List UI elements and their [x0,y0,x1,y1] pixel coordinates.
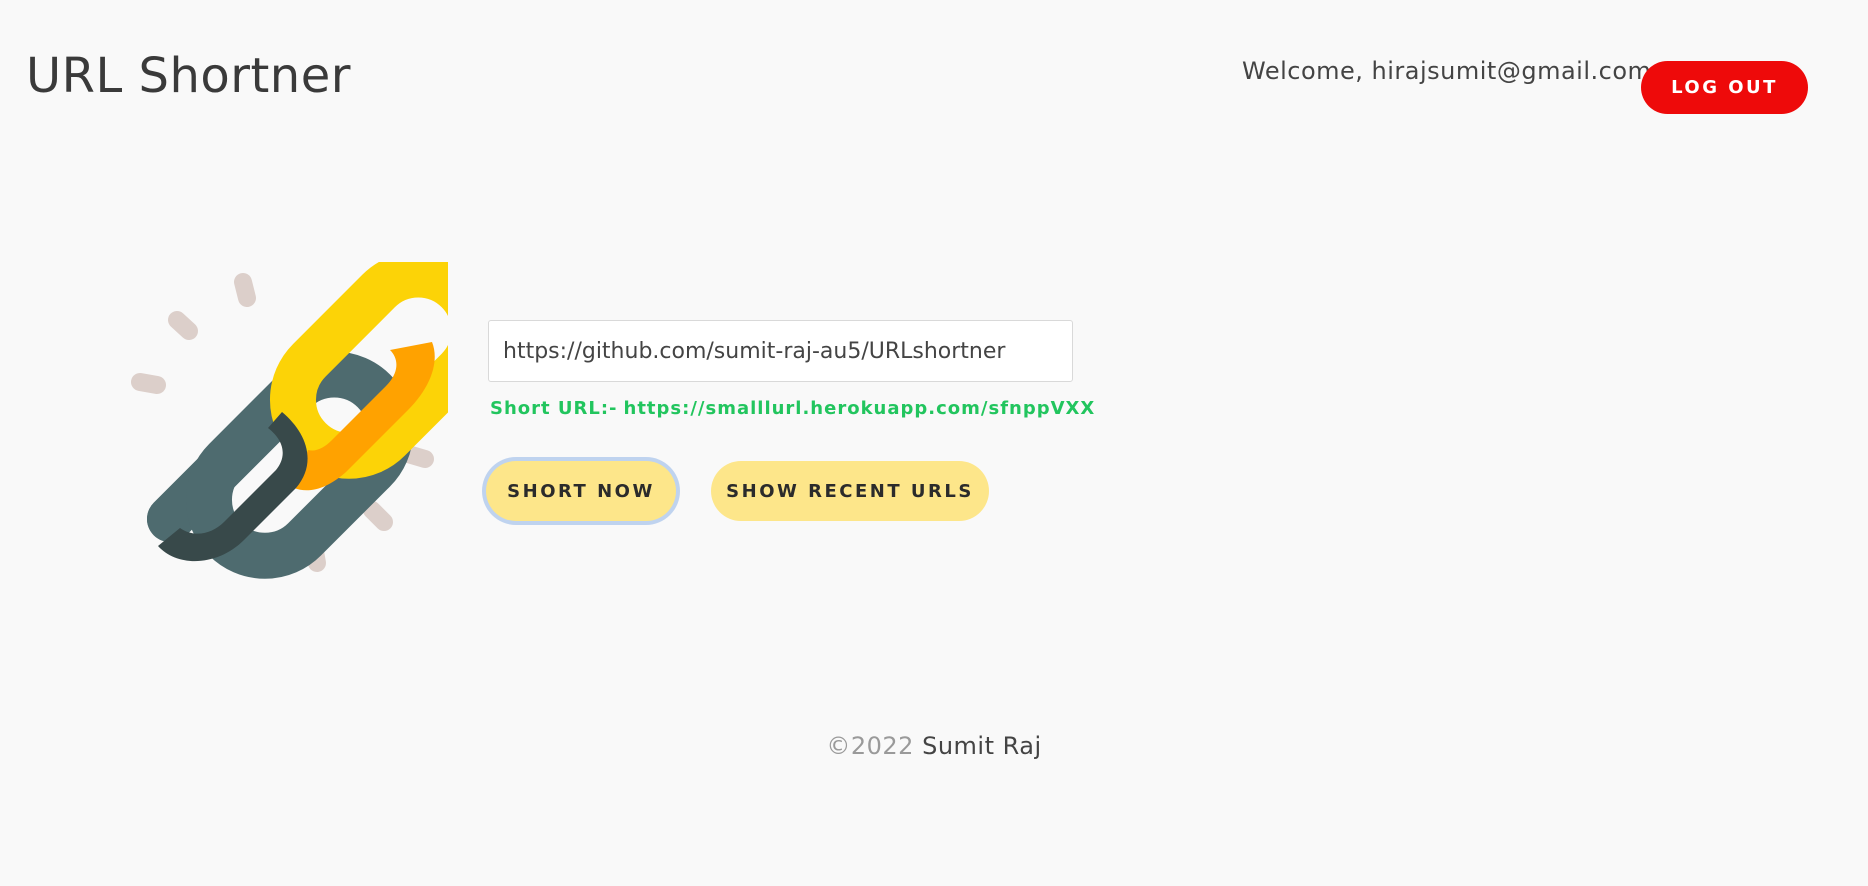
short-url-link[interactable]: https://smalllurl.herokuapp.com/sfnppVXX [624,398,1096,419]
short-url-result: Short URL:- https://smalllurl.herokuapp.c… [490,398,1095,419]
short-now-button[interactable]: SHORT NOW [486,461,676,521]
footer: ©2022 Sumit Raj [0,732,1868,760]
footer-copyright: ©2022 [826,732,914,760]
footer-author: Sumit Raj [922,732,1042,760]
chain-link-icon [131,262,448,579]
app-title: URL Shortner [26,48,351,104]
show-recent-urls-button[interactable]: SHOW RECENT URLS [711,461,989,521]
url-input[interactable] [488,320,1073,382]
short-url-prefix: Short URL:- [490,398,618,419]
welcome-text: Welcome, hirajsumit@gmail.com [1242,57,1652,85]
logout-button[interactable]: LOG OUT [1641,61,1808,114]
